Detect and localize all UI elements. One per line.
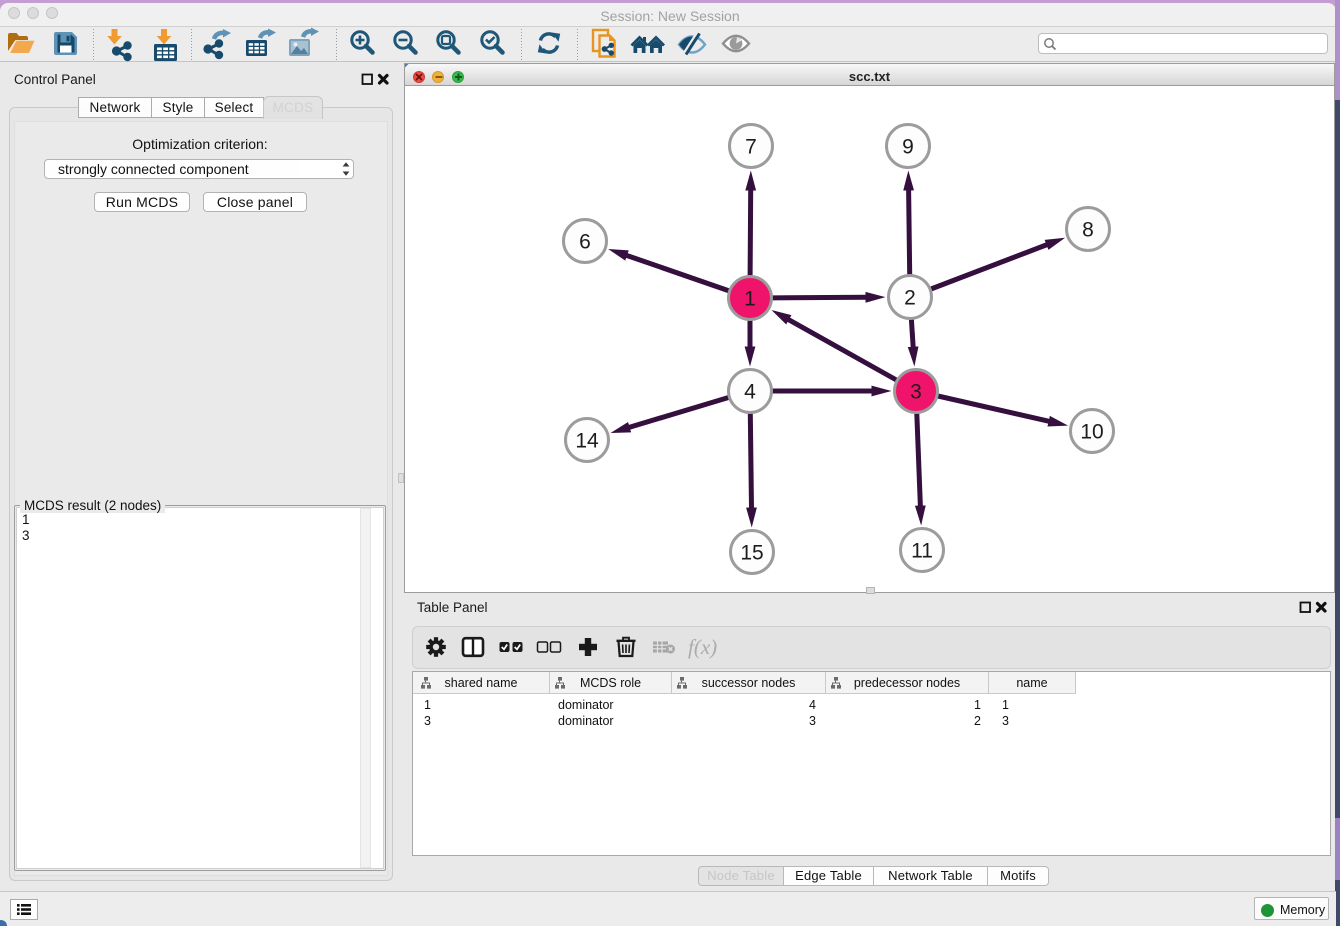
svg-text:10: 10	[1080, 421, 1103, 444]
svg-text:7: 7	[745, 136, 757, 159]
svg-text:4: 4	[744, 381, 756, 404]
svg-text:8: 8	[1082, 219, 1094, 242]
svg-text:11: 11	[911, 540, 933, 563]
svg-text:6: 6	[579, 231, 591, 254]
svg-text:9: 9	[902, 136, 914, 159]
svg-text:15: 15	[740, 542, 763, 565]
svg-text:3: 3	[910, 381, 922, 404]
svg-text:2: 2	[904, 287, 916, 310]
svg-text:1: 1	[744, 288, 756, 311]
svg-text:f(x): f(x)	[688, 635, 717, 659]
svg-text:14: 14	[575, 430, 599, 453]
